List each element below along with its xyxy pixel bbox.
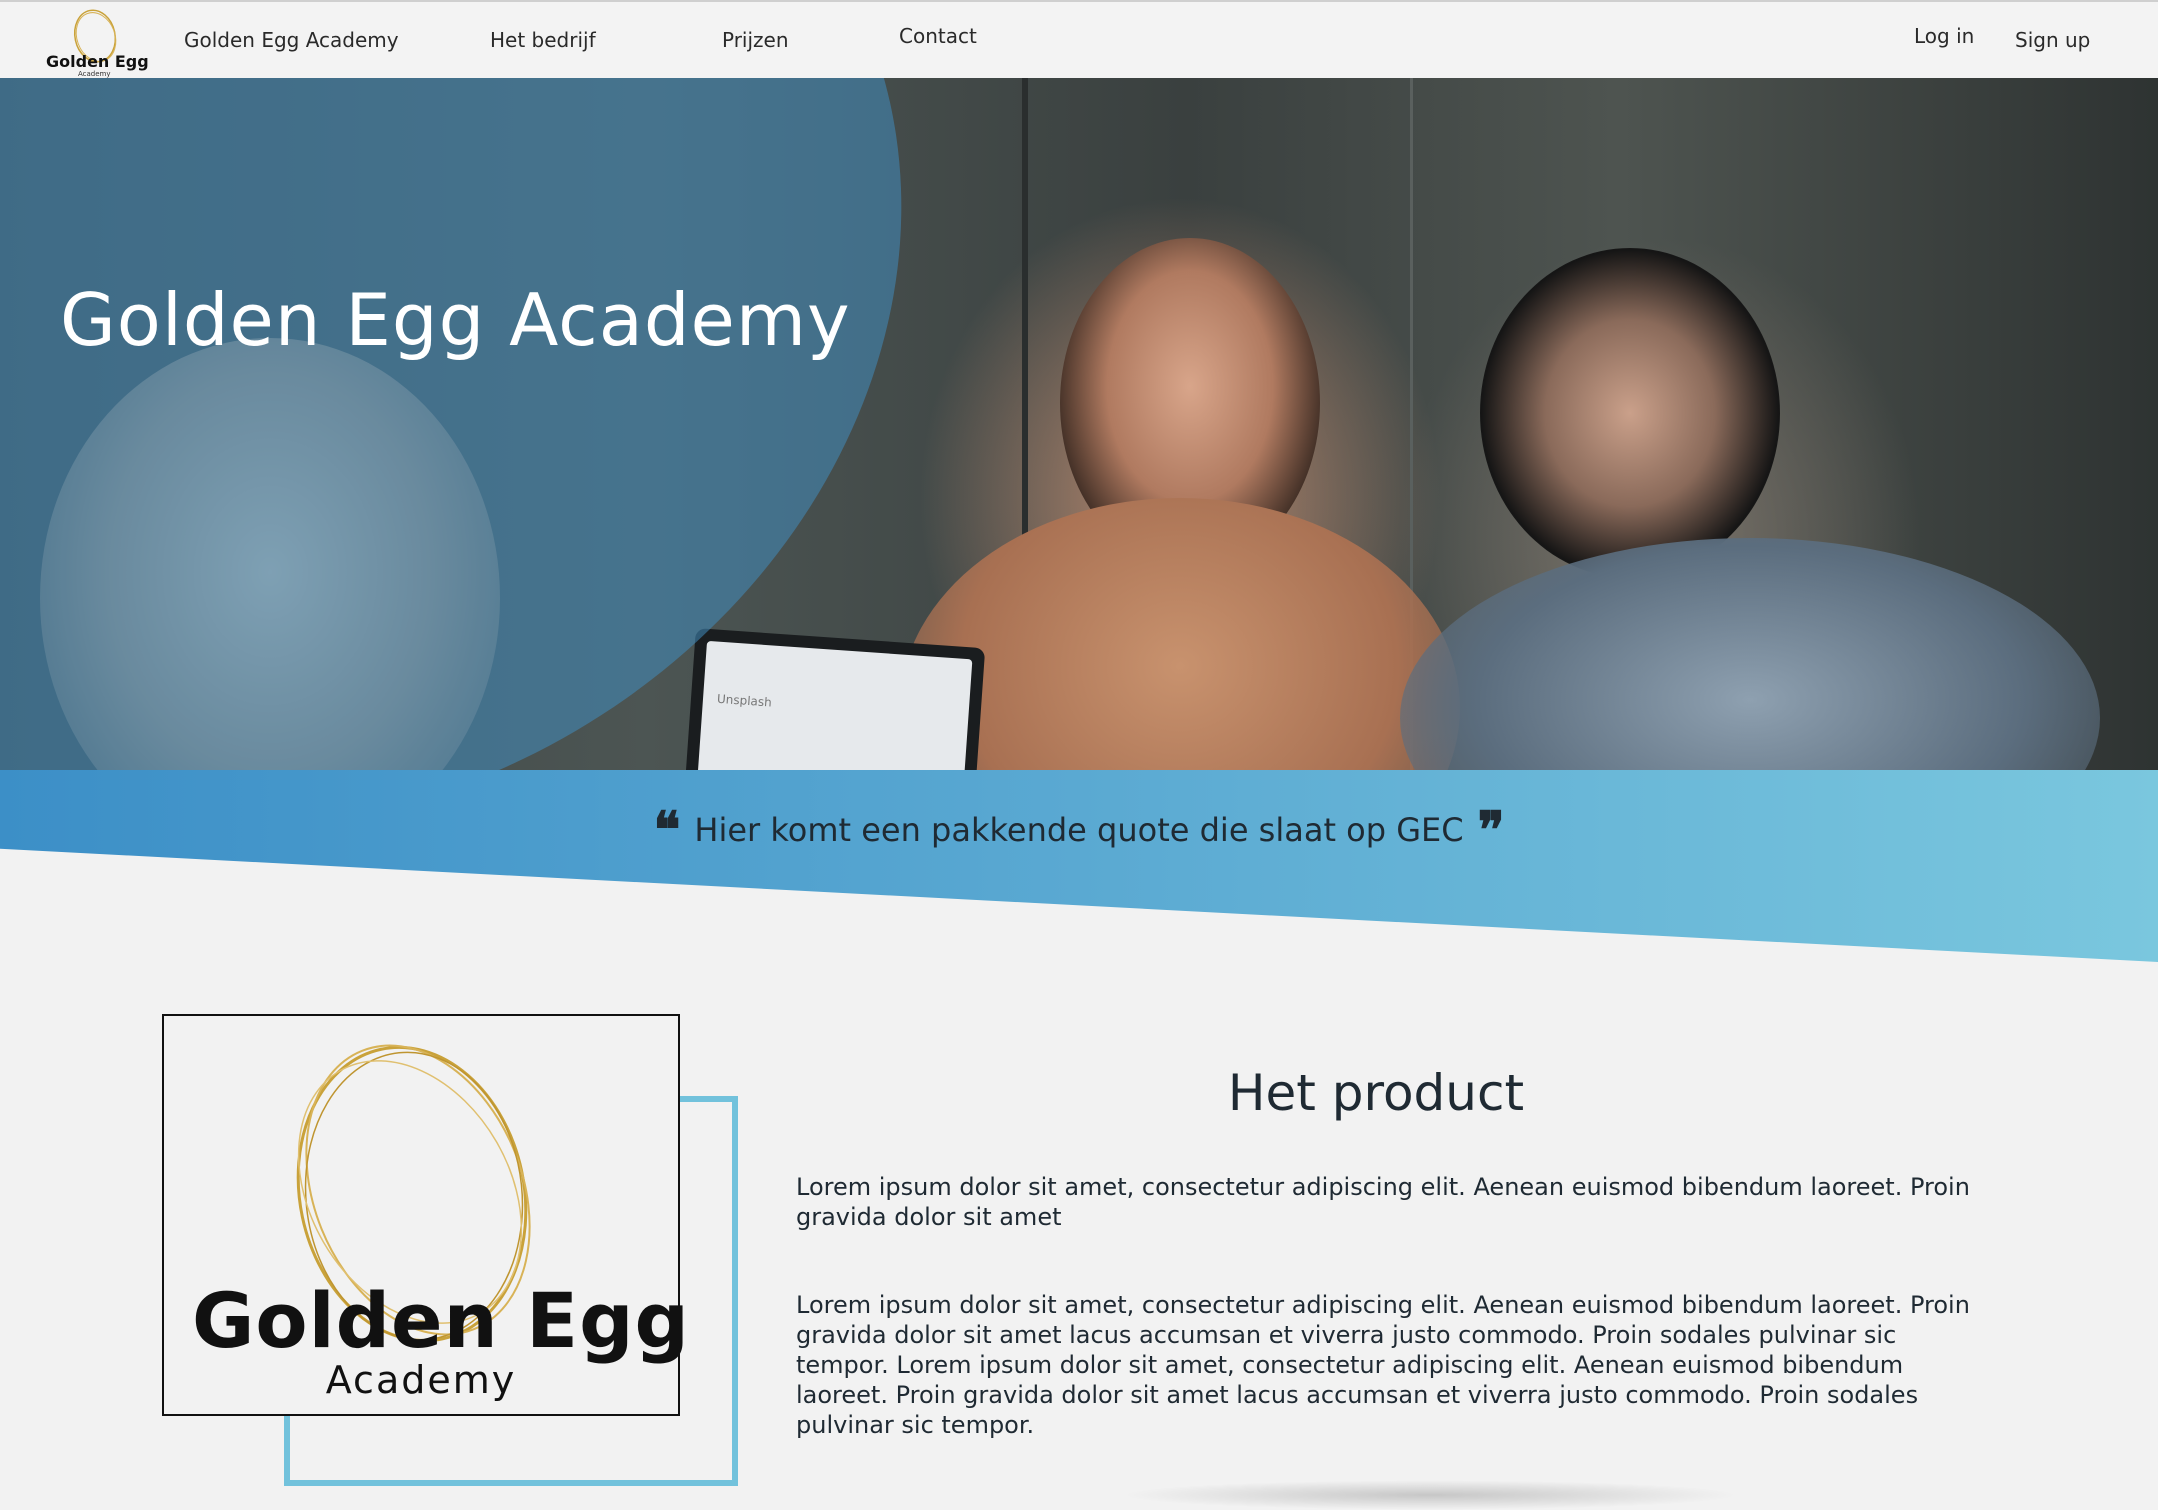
open-quote-icon: ❝	[653, 800, 681, 859]
site-logo[interactable]: Golden Egg Academy	[40, 6, 150, 78]
navbar: Golden Egg Academy Golden Egg Academy He…	[0, 0, 2158, 78]
product-title: Het product	[1227, 1064, 1525, 1122]
login-link[interactable]: Log in	[1914, 24, 1974, 48]
nav-link-home[interactable]: Golden Egg Academy	[184, 28, 399, 52]
quote-band	[0, 770, 2158, 962]
nav-link-prijzen[interactable]: Prijzen	[722, 28, 789, 52]
hero-photo-person	[1400, 538, 2100, 770]
nav-link-het-bedrijf[interactable]: Het bedrijf	[490, 28, 596, 52]
hero-photo-laptop: Unsplash	[684, 628, 986, 770]
laptop-screen-text: Unsplash	[716, 691, 773, 710]
close-quote-icon: ❞	[1477, 800, 1505, 859]
nav-link-contact[interactable]: Contact	[899, 24, 977, 48]
hero-photo-person	[1480, 248, 1780, 578]
signup-link[interactable]: Sign up	[2015, 28, 2090, 52]
logo-subtext: Academy	[78, 70, 111, 78]
logo-main-text: Golden Egg	[192, 1276, 690, 1365]
hero-banner: Unsplash Golden Egg Academy	[0, 78, 2158, 770]
hero-photo-person	[900, 498, 1460, 770]
logo-text: Golden Egg	[46, 52, 149, 71]
product-logo: Golden Egg Academy	[162, 1014, 689, 1416]
quote-text: Hier komt een pakkende quote die slaat o…	[694, 811, 1464, 849]
product-paragraph-1: Lorem ipsum dolor sit amet, consectetur …	[796, 1173, 1970, 1231]
product-paragraph-2: Lorem ipsum dolor sit amet, consectetur …	[796, 1291, 1970, 1439]
quote: ❝ Hier komt een pakkende quote die slaat …	[0, 800, 2158, 859]
card-shadow	[1120, 1480, 1740, 1510]
logo-sub-text: Academy	[325, 1358, 517, 1402]
hero-title: Golden Egg Academy	[60, 278, 851, 362]
